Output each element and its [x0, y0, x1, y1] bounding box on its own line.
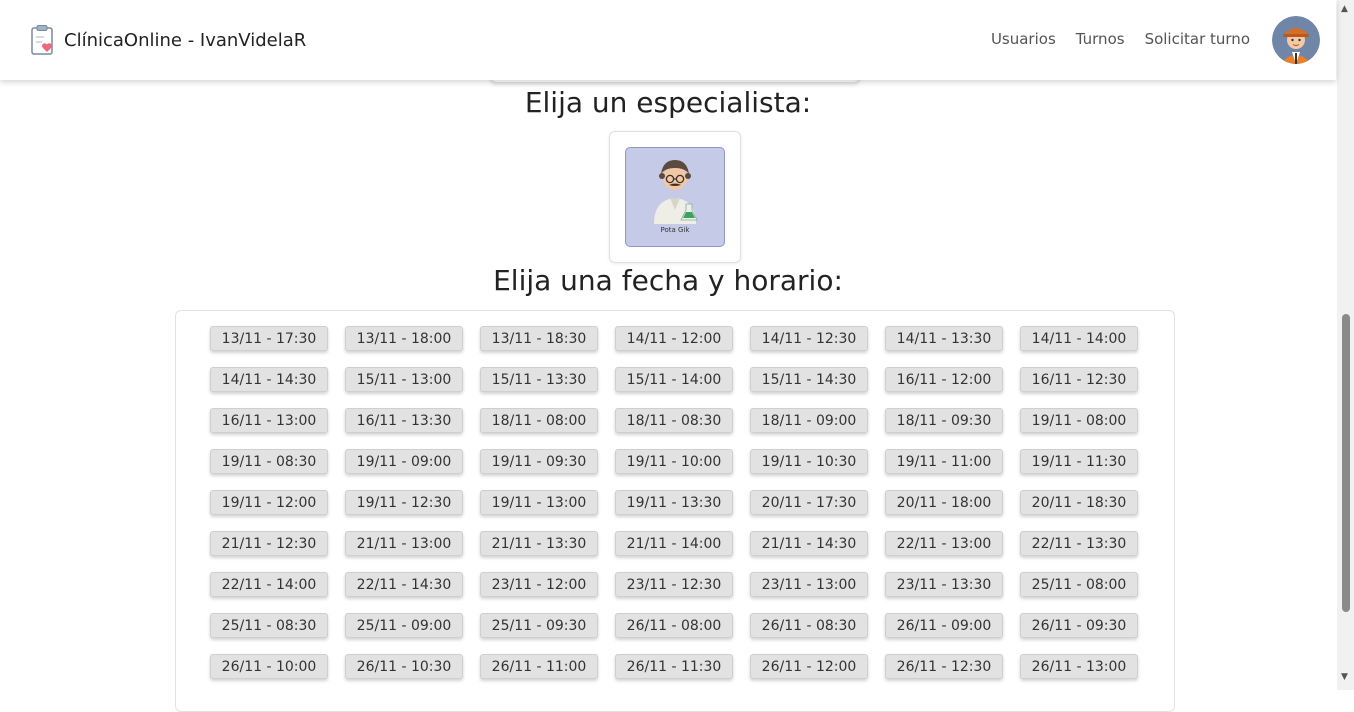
time-slot-button[interactable]: 13/11 - 17:30 [210, 326, 328, 351]
time-slot-button[interactable]: 18/11 - 08:00 [480, 408, 598, 433]
time-slot-button[interactable]: 13/11 - 18:30 [480, 326, 598, 351]
time-slot-button[interactable]: 19/11 - 12:30 [345, 490, 463, 515]
time-slot-button[interactable]: 14/11 - 12:30 [750, 326, 868, 351]
time-slot-button[interactable]: 14/11 - 13:30 [885, 326, 1003, 351]
time-slot-button[interactable]: 21/11 - 14:00 [615, 531, 733, 556]
time-slot-button[interactable]: 16/11 - 13:30 [345, 408, 463, 433]
time-slot-button[interactable]: 23/11 - 12:30 [615, 572, 733, 597]
time-slot-button[interactable]: 25/11 - 09:30 [480, 613, 598, 638]
time-slot-button[interactable]: 21/11 - 14:30 [750, 531, 868, 556]
time-slot-button[interactable]: 19/11 - 10:00 [615, 449, 733, 474]
scroll-up-icon[interactable]: ▲ [1341, 4, 1348, 14]
time-slots-list: 13/11 - 17:30 13/11 - 18:00 13/11 - 18:30 1… [175, 310, 1175, 712]
navbar: ClínicaOnline - IvanVidelaR Usuarios Tur… [0, 0, 1336, 80]
time-slot-button[interactable]: 21/11 - 13:30 [480, 531, 598, 556]
time-slot-button[interactable]: 13/11 - 18:00 [345, 326, 463, 351]
time-slot-button[interactable]: 25/11 - 09:00 [345, 613, 463, 638]
time-slot-button[interactable]: 26/11 - 11:30 [615, 654, 733, 679]
nav-links: Usuarios Turnos Solicitar turno [991, 30, 1250, 48]
specialist-section-title: Elija un especialista: [524, 86, 812, 119]
time-slot-button[interactable]: 19/11 - 11:30 [1020, 449, 1138, 474]
time-slot-button[interactable]: 22/11 - 14:00 [210, 572, 328, 597]
page-scrollbar[interactable]: ▲ ▼ [1337, 0, 1354, 690]
time-slot-button[interactable]: 26/11 - 11:00 [480, 654, 598, 679]
clipboard-heart-icon [31, 25, 53, 55]
nav-link-solicitar-turno[interactable]: Solicitar turno [1145, 30, 1250, 48]
specialist-card[interactable]: Pota Gik [625, 147, 725, 247]
time-slot-button[interactable]: 15/11 - 14:00 [615, 367, 733, 392]
time-slot-button[interactable]: 20/11 - 17:30 [750, 490, 868, 515]
time-slot-button[interactable]: 16/11 - 13:00 [210, 408, 328, 433]
time-slot-button[interactable]: 19/11 - 08:00 [1020, 408, 1138, 433]
time-slot-button[interactable]: 22/11 - 13:30 [1020, 531, 1138, 556]
time-slot-button[interactable]: 19/11 - 12:00 [210, 490, 328, 515]
doctor-avatar-icon [654, 160, 698, 224]
time-slot-button[interactable]: 16/11 - 12:30 [1020, 367, 1138, 392]
time-slot-button[interactable]: 19/11 - 08:30 [210, 449, 328, 474]
nav-link-turnos[interactable]: Turnos [1076, 30, 1125, 48]
time-slot-button[interactable]: 25/11 - 08:00 [1020, 572, 1138, 597]
time-slot-button[interactable]: 26/11 - 12:30 [885, 654, 1003, 679]
time-slot-button[interactable]: 21/11 - 12:30 [210, 531, 328, 556]
time-slot-button[interactable]: 18/11 - 09:00 [750, 408, 868, 433]
time-slot-button[interactable]: 23/11 - 13:30 [885, 572, 1003, 597]
time-slot-button[interactable]: 18/11 - 08:30 [615, 408, 733, 433]
specialists-list: Pota Gik [609, 131, 741, 263]
time-slot-button[interactable]: 25/11 - 08:30 [210, 613, 328, 638]
scroll-down-icon[interactable]: ▼ [1341, 672, 1348, 682]
time-slot-button[interactable]: 14/11 - 14:00 [1020, 326, 1138, 351]
time-slot-button[interactable]: 22/11 - 13:00 [885, 531, 1003, 556]
time-slot-button[interactable]: 26/11 - 10:00 [210, 654, 328, 679]
time-slot-button[interactable]: 19/11 - 09:00 [345, 449, 463, 474]
specialist-name: Pota Gik [660, 226, 690, 234]
time-slot-button[interactable]: 26/11 - 12:00 [750, 654, 868, 679]
nav-link-usuarios[interactable]: Usuarios [991, 30, 1056, 48]
time-slot-button[interactable]: 26/11 - 09:00 [885, 613, 1003, 638]
scrollbar-thumb[interactable] [1342, 314, 1350, 612]
time-slot-button[interactable]: 26/11 - 10:30 [345, 654, 463, 679]
brand[interactable]: ClínicaOnline - IvanVidelaR [30, 24, 306, 56]
time-slot-button[interactable]: 22/11 - 14:30 [345, 572, 463, 597]
brand-title: ClínicaOnline - IvanVidelaR [64, 29, 307, 51]
time-slot-button[interactable]: 14/11 - 14:30 [210, 367, 328, 392]
time-slot-button[interactable]: 26/11 - 08:30 [750, 613, 868, 638]
time-slot-button[interactable]: 23/11 - 12:00 [480, 572, 598, 597]
time-slot-button[interactable]: 19/11 - 09:30 [480, 449, 598, 474]
time-slot-button[interactable]: 19/11 - 10:30 [750, 449, 868, 474]
time-slot-button[interactable]: 26/11 - 08:00 [615, 613, 733, 638]
time-slot-button[interactable]: 14/11 - 12:00 [615, 326, 733, 351]
time-slot-button[interactable]: 15/11 - 13:00 [345, 367, 463, 392]
time-slot-button[interactable]: 26/11 - 13:00 [1020, 654, 1138, 679]
time-slot-button[interactable]: 18/11 - 09:30 [885, 408, 1003, 433]
time-slot-button[interactable]: 15/11 - 14:30 [750, 367, 868, 392]
time-slot-button[interactable]: 19/11 - 11:00 [885, 449, 1003, 474]
time-slot-button[interactable]: 23/11 - 13:00 [750, 572, 868, 597]
time-slot-button[interactable]: 16/11 - 12:00 [885, 367, 1003, 392]
user-avatar-icon [1272, 16, 1320, 64]
user-avatar[interactable] [1272, 16, 1320, 64]
time-slot-button[interactable]: 20/11 - 18:00 [885, 490, 1003, 515]
time-slot-button[interactable]: 15/11 - 13:30 [480, 367, 598, 392]
schedule-section-title: Elija una fecha y horario: [493, 264, 843, 297]
time-slot-button[interactable]: 26/11 - 09:30 [1020, 613, 1138, 638]
time-slot-button[interactable]: 21/11 - 13:00 [345, 531, 463, 556]
time-slot-button[interactable]: 20/11 - 18:30 [1020, 490, 1138, 515]
time-slot-button[interactable]: 19/11 - 13:30 [615, 490, 733, 515]
time-slot-button[interactable]: 19/11 - 13:00 [480, 490, 598, 515]
